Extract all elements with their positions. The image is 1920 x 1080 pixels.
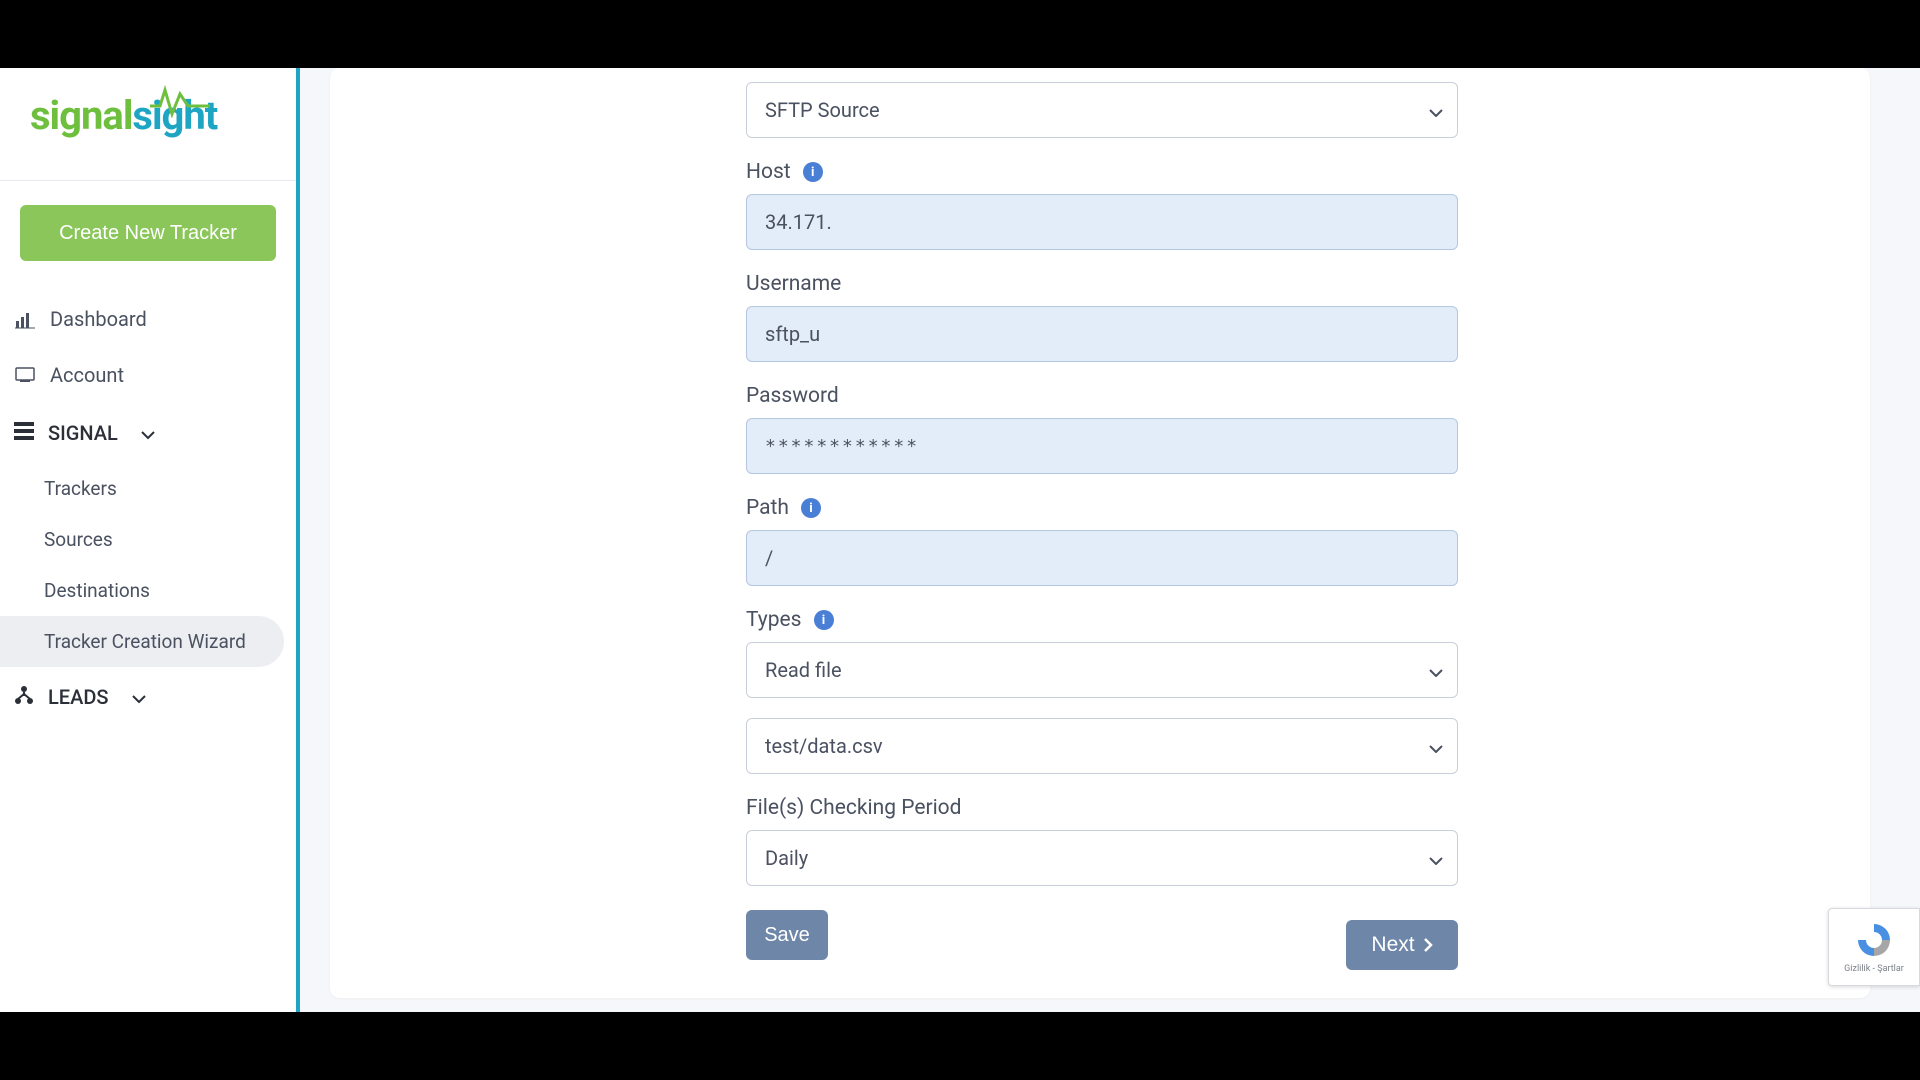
sidebar-section-signal[interactable]: SIGNAL (0, 403, 296, 463)
chevron-down-icon (1429, 734, 1443, 758)
username-label: Username (746, 272, 1458, 296)
path-input[interactable]: / (746, 530, 1458, 586)
chevron-down-icon (131, 685, 147, 709)
form-card: SFTP Source Host i 34.171. Username sftp… (330, 68, 1870, 998)
sidebar-item-trackers[interactable]: Trackers (0, 463, 284, 514)
sidebar-section-label-leads: LEADS (48, 685, 109, 709)
username-input[interactable]: sftp_u (746, 306, 1458, 362)
path-label: Path i (746, 496, 1458, 520)
username-value: sftp_u (765, 322, 820, 346)
info-icon[interactable]: i (814, 610, 834, 630)
logo: signalsight (0, 68, 296, 181)
chevron-down-icon (1429, 98, 1443, 122)
account-icon (14, 367, 36, 383)
types-value: Read file (765, 658, 842, 682)
signal-section-icon (14, 421, 34, 445)
sidebar-label-account: Account (50, 363, 124, 387)
password-label: Password (746, 384, 1458, 408)
sidebar-label-dashboard: Dashboard (50, 307, 147, 331)
sidebar-item-destinations[interactable]: Destinations (0, 565, 284, 616)
chevron-right-icon (1423, 937, 1433, 953)
next-label: Next (1371, 933, 1414, 957)
file-select[interactable]: test/data.csv (746, 718, 1458, 774)
main-content: SFTP Source Host i 34.171. Username sftp… (300, 68, 1920, 1012)
password-input[interactable]: ************ (746, 418, 1458, 474)
chevron-down-icon (140, 421, 156, 445)
sidebar: signalsight Create New Tracker Dashboard… (0, 68, 300, 1012)
logo-pulse-icon (150, 84, 210, 118)
create-tracker-button[interactable]: Create New Tracker (20, 205, 276, 261)
logo-text-1: signal (30, 92, 132, 139)
recaptcha-icon (1854, 920, 1894, 960)
sidebar-item-dashboard[interactable]: Dashboard (0, 291, 296, 347)
next-button[interactable]: Next (1346, 920, 1458, 970)
host-input[interactable]: 34.171. (746, 194, 1458, 250)
sidebar-item-tracker-wizard[interactable]: Tracker Creation Wizard (0, 616, 284, 667)
password-value: ************ (765, 436, 919, 457)
recaptcha-text: Gizlilik - Şartlar (1844, 964, 1904, 974)
sidebar-item-sources[interactable]: Sources (0, 514, 284, 565)
period-value: Daily (765, 846, 808, 870)
sidebar-section-label-signal: SIGNAL (48, 421, 118, 445)
chevron-down-icon (1429, 658, 1443, 682)
recaptcha-badge[interactable]: Gizlilik - Şartlar (1828, 908, 1920, 986)
source-type-select[interactable]: SFTP Source (746, 82, 1458, 138)
sidebar-item-account[interactable]: Account (0, 347, 296, 403)
dashboard-icon (14, 309, 36, 329)
host-label: Host i (746, 160, 1458, 184)
chevron-down-icon (1429, 846, 1443, 870)
save-button[interactable]: Save (746, 910, 828, 960)
info-icon[interactable]: i (801, 498, 821, 518)
period-select[interactable]: Daily (746, 830, 1458, 886)
types-select[interactable]: Read file (746, 642, 1458, 698)
sidebar-section-leads[interactable]: LEADS (0, 667, 296, 727)
file-value: test/data.csv (765, 734, 883, 758)
source-type-value: SFTP Source (765, 98, 880, 122)
period-label: File(s) Checking Period (746, 796, 1458, 820)
path-value: / (765, 546, 773, 570)
host-value: 34.171. (765, 210, 832, 234)
info-icon[interactable]: i (803, 162, 823, 182)
leads-section-icon (14, 685, 34, 709)
types-label: Types i (746, 608, 1458, 632)
